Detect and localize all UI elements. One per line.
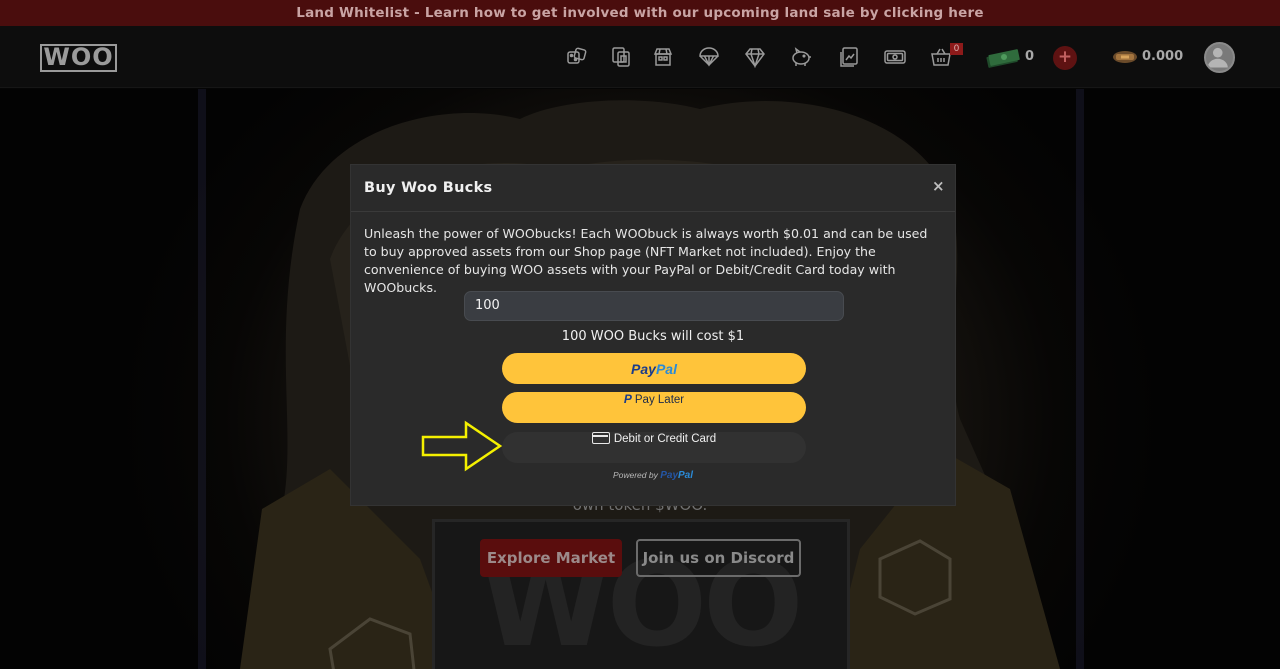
page: Land Whitelist - Learn how to get involv…	[0, 0, 1280, 669]
join-discord-button[interactable]: Join us on Discord	[636, 539, 801, 577]
woo-bucks-icon	[985, 48, 1021, 68]
debit-credit-card-button[interactable]: Debit or Credit Card	[502, 432, 806, 463]
collection-icon[interactable]	[838, 46, 860, 68]
dice-icon[interactable]	[566, 46, 588, 68]
modal-title: Buy Woo Bucks	[364, 180, 493, 196]
land-whitelist-banner[interactable]: Land Whitelist - Learn how to get involv…	[0, 0, 1280, 26]
explore-market-button[interactable]: Explore Market	[480, 539, 622, 577]
user-avatar[interactable]	[1204, 42, 1235, 73]
cards-icon[interactable]	[610, 46, 632, 68]
money-icon[interactable]	[884, 46, 906, 68]
shop-icon[interactable]	[652, 46, 674, 68]
paypal-glyph-icon: P	[623, 392, 632, 406]
modal-description: Unleash the power of WOObucks! Each WOOb…	[364, 226, 928, 295]
cart-icon[interactable]	[930, 46, 952, 68]
arrow-annotation-icon	[421, 420, 503, 472]
buy-woo-bucks-button[interactable]: +	[1053, 46, 1077, 70]
modal-header: Buy Woo Bucks ×	[351, 165, 955, 212]
piggy-bank-icon[interactable]	[790, 46, 812, 68]
airdrop-icon[interactable]	[698, 46, 720, 68]
woo-bucks-balance: 0	[1025, 49, 1035, 64]
pay-later-label: Pay Later	[634, 394, 685, 406]
woo-bucks-amount-input[interactable]: 100	[464, 291, 844, 321]
card-button-label: Debit or Credit Card	[613, 433, 717, 445]
diamond-icon[interactable]	[744, 46, 766, 68]
paypal-logo: PayPal	[631, 361, 677, 377]
woo-token-icon	[1112, 49, 1138, 65]
close-icon[interactable]: ×	[932, 179, 945, 194]
woo-logo[interactable]: WOO	[40, 44, 117, 72]
top-navbar: WOO 0 0 + 0.000	[0, 26, 1280, 88]
cost-summary: 100 WOO Bucks will cost $1	[561, 329, 745, 344]
pay-later-button[interactable]: P Pay Later	[502, 392, 806, 423]
credit-card-icon	[591, 432, 610, 444]
token-balance: 0.000	[1142, 49, 1184, 64]
cart-count-badge: 0	[950, 43, 963, 55]
paypal-button[interactable]: PayPal	[502, 353, 806, 384]
